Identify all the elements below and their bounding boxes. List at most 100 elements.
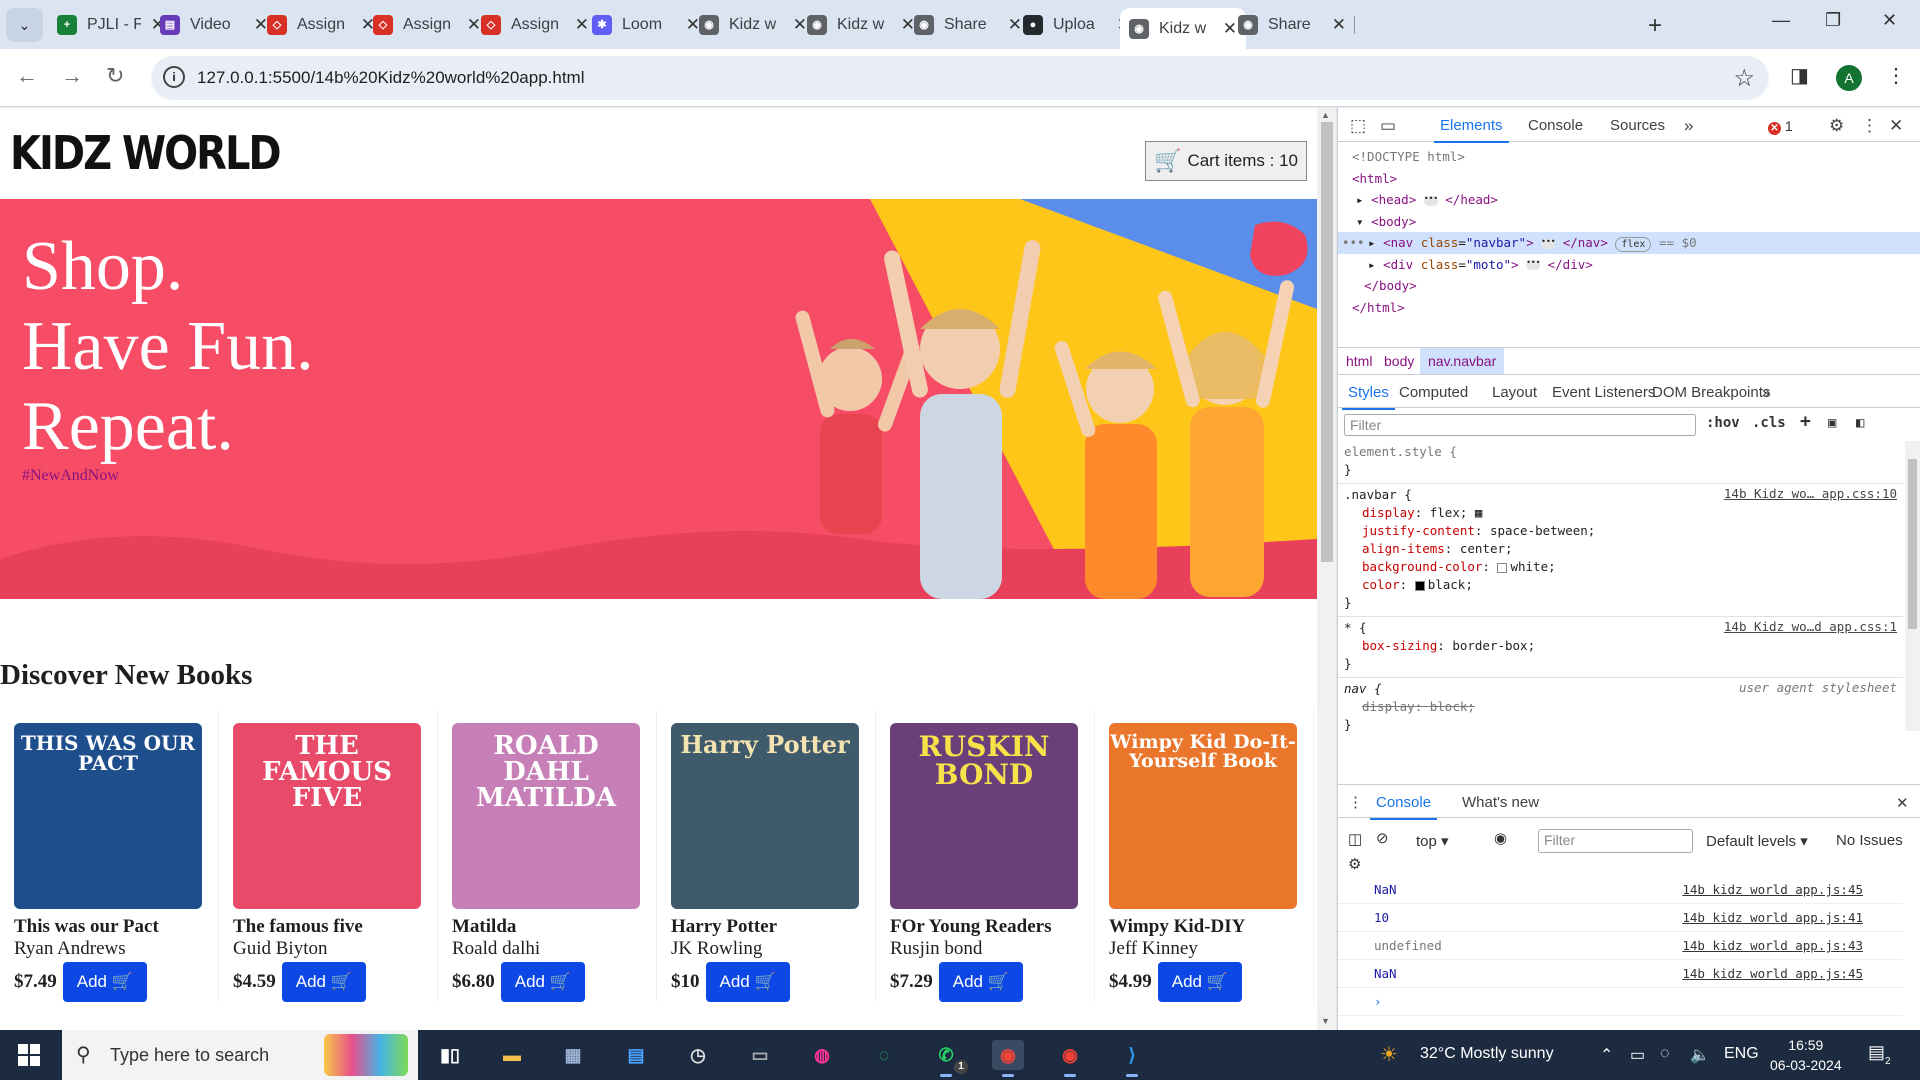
- log-levels-select[interactable]: Default levels ▾: [1706, 832, 1808, 850]
- console-settings-gear-icon[interactable]: ⚙: [1348, 855, 1361, 873]
- dom-html-open[interactable]: <html>: [1338, 168, 1920, 190]
- crumb-nav-navbar[interactable]: nav.navbar: [1420, 348, 1505, 374]
- context-select[interactable]: top ▾: [1416, 832, 1449, 850]
- tab-styles[interactable]: Styles: [1342, 384, 1395, 410]
- more-tabs-icon[interactable]: »: [1684, 116, 1693, 136]
- loader-app-icon[interactable]: ◌: [868, 1040, 900, 1070]
- tab-search-button[interactable]: ⌄: [6, 8, 43, 42]
- live-expression-eye-icon[interactable]: ◉: [1494, 829, 1507, 847]
- vscode-icon[interactable]: ⟩: [1116, 1040, 1148, 1077]
- styles-filter-input[interactable]: Filter: [1344, 414, 1696, 436]
- network-icon[interactable]: ◌: [1660, 1045, 1670, 1063]
- paint-app-icon[interactable]: ◍: [806, 1040, 838, 1070]
- rule-navbar[interactable]: .navbar { 14b Kidz wo… app.css:10 displa…: [1338, 484, 1903, 617]
- close-drawer-icon[interactable]: ✕: [1896, 794, 1909, 812]
- weather-text[interactable]: 32°C Mostly sunny: [1420, 1045, 1554, 1063]
- color-swatch[interactable]: [1497, 562, 1508, 573]
- new-tab-button[interactable]: +: [1648, 12, 1662, 40]
- task-view-icon[interactable]: ▮▯: [434, 1040, 466, 1070]
- add-to-cart-button[interactable]: Add 🛒: [62, 962, 147, 1002]
- flex-editor-icon[interactable]: ▦: [1475, 505, 1483, 520]
- device-toolbar-icon[interactable]: ▭: [1380, 116, 1396, 136]
- dom-html-close[interactable]: </html>: [1338, 297, 1920, 319]
- site-info-icon[interactable]: i: [163, 66, 185, 88]
- volume-icon[interactable]: 🔈: [1690, 1045, 1710, 1065]
- calculator-icon[interactable]: ▦: [557, 1040, 589, 1070]
- tab-sources[interactable]: Sources: [1610, 117, 1665, 134]
- settings-gear-icon[interactable]: ⚙: [1829, 116, 1844, 136]
- page-scroll-thumb[interactable]: [1321, 122, 1333, 562]
- tab-elements[interactable]: Elements: [1434, 117, 1509, 143]
- sidebar-toggle-icon[interactable]: ◧: [1856, 415, 1864, 431]
- console-log-entry[interactable]: NaN 14b kidz world app.js:45: [1338, 960, 1903, 988]
- taskbar-clock[interactable]: 16:59 06-03-2024: [1770, 1035, 1842, 1075]
- drawer-tab-whats-new[interactable]: What's new: [1462, 794, 1539, 811]
- console-log-entry[interactable]: 10 14b kidz world app.js:41: [1338, 904, 1903, 932]
- issues-counter[interactable]: No Issues: [1836, 832, 1903, 849]
- browser-tab[interactable]: ◉ Share ✕: [1229, 8, 1355, 41]
- whatsapp-icon[interactable]: ✆ 1: [930, 1040, 968, 1077]
- clear-console-icon[interactable]: ⊘: [1376, 829, 1389, 847]
- close-window-icon[interactable]: ✕: [1882, 10, 1897, 31]
- console-log-entry[interactable]: undefined 14b kidz world app.js:43: [1338, 932, 1903, 960]
- page-scrollbar[interactable]: ▲ ▼: [1317, 108, 1336, 1030]
- add-to-cart-button[interactable]: Add 🛒: [705, 962, 790, 1002]
- holi-search-highlight-image[interactable]: [324, 1034, 408, 1076]
- forward-button[interactable]: →: [61, 63, 83, 89]
- taskbar-search[interactable]: ⚲ Type here to search: [62, 1030, 418, 1080]
- tab-event-listeners[interactable]: Event Listeners: [1552, 384, 1655, 401]
- chrome-menu-icon[interactable]: ⋮: [1886, 63, 1906, 88]
- add-to-cart-button[interactable]: Add 🛒: [500, 962, 585, 1002]
- cls-toggle[interactable]: .cls: [1752, 415, 1786, 431]
- log-source-link[interactable]: 14b kidz world app.js:43: [1682, 932, 1863, 960]
- rule-nav-ua[interactable]: nav { user agent stylesheet display: blo…: [1338, 678, 1903, 731]
- restore-icon[interactable]: ❐: [1825, 10, 1841, 31]
- tab-dom-breakpoints[interactable]: DOM Breakpoints: [1652, 384, 1770, 401]
- site-logo[interactable]: KIDZ WORLD: [10, 127, 282, 180]
- drawer-menu-icon[interactable]: ⋮: [1348, 793, 1363, 811]
- dom-body[interactable]: ▾ <body>: [1338, 211, 1920, 233]
- add-to-cart-button[interactable]: Add 🛒: [938, 962, 1023, 1002]
- rule-universal[interactable]: * { 14b Kidz wo…d app.css:1 box-sizing: …: [1338, 617, 1903, 678]
- add-to-cart-button[interactable]: Add 🛒: [281, 962, 366, 1002]
- tab-close-icon[interactable]: ✕: [1332, 15, 1346, 35]
- dom-body-close[interactable]: </body>: [1338, 275, 1920, 297]
- rule-source-link[interactable]: 14b Kidz wo… app.css:10: [1724, 486, 1897, 501]
- browser-tab[interactable]: ◉ Share ✕: [905, 8, 1031, 41]
- tab-computed[interactable]: Computed: [1399, 384, 1468, 401]
- log-source-link[interactable]: 14b kidz world app.js:41: [1682, 904, 1863, 932]
- tray-chevron-icon[interactable]: ⌃: [1600, 1045, 1613, 1065]
- dom-div-moto[interactable]: ▸ <div class="moto"> ••• </div>: [1338, 254, 1920, 276]
- address-bar[interactable]: i 127.0.0.1:5500/14b%20Kidz%20world%20ap…: [151, 56, 1769, 100]
- side-panel-icon[interactable]: ◨: [1790, 63, 1809, 88]
- calendar-icon[interactable]: ▤: [620, 1040, 652, 1070]
- browser-tab[interactable]: ◇ Assign ✕: [472, 8, 598, 41]
- console-log-entry[interactable]: NaN 14b kidz world app.js:45: [1338, 876, 1903, 904]
- add-rule-icon[interactable]: +: [1800, 411, 1811, 432]
- minimize-icon[interactable]: —: [1772, 10, 1790, 31]
- log-source-link[interactable]: 14b kidz world app.js:45: [1682, 960, 1863, 988]
- rule-source-link[interactable]: 14b Kidz wo…d app.css:1: [1724, 619, 1897, 634]
- reload-button[interactable]: ↻: [106, 63, 124, 89]
- paint-icon[interactable]: ▣: [1828, 415, 1836, 431]
- error-badge[interactable]: ✕ 1: [1768, 118, 1793, 135]
- cart-button[interactable]: 🛒 Cart items : 10: [1145, 140, 1307, 181]
- dom-nav-navbar[interactable]: ••• ▸ <nav class="navbar"> ••• </nav> fle…: [1338, 232, 1920, 254]
- hov-toggle[interactable]: :hov: [1706, 415, 1740, 431]
- weather-icon[interactable]: ☀: [1380, 1042, 1398, 1067]
- tab-layout[interactable]: Layout: [1492, 384, 1537, 401]
- console-filter-input[interactable]: Filter: [1538, 829, 1693, 853]
- more-tabs-icon[interactable]: »: [1762, 384, 1770, 401]
- devtools-menu-icon[interactable]: ⋮: [1861, 116, 1878, 136]
- clock-app-icon[interactable]: ◷: [682, 1040, 714, 1070]
- bookmark-star-icon[interactable]: ☆: [1733, 64, 1755, 93]
- scroll-down-icon[interactable]: ▼: [1321, 1016, 1330, 1026]
- crumb-html[interactable]: html: [1346, 353, 1372, 369]
- chrome-icon[interactable]: ◉: [992, 1040, 1024, 1077]
- dom-head[interactable]: ▸ <head> ••• </head>: [1338, 189, 1920, 211]
- language-indicator[interactable]: ENG: [1724, 1045, 1759, 1063]
- file-explorer-icon[interactable]: ▬: [496, 1040, 528, 1070]
- console-sidebar-icon[interactable]: ◫: [1348, 830, 1362, 848]
- close-devtools-icon[interactable]: ✕: [1889, 116, 1903, 136]
- chrome-profile-icon[interactable]: ◉: [1054, 1040, 1086, 1077]
